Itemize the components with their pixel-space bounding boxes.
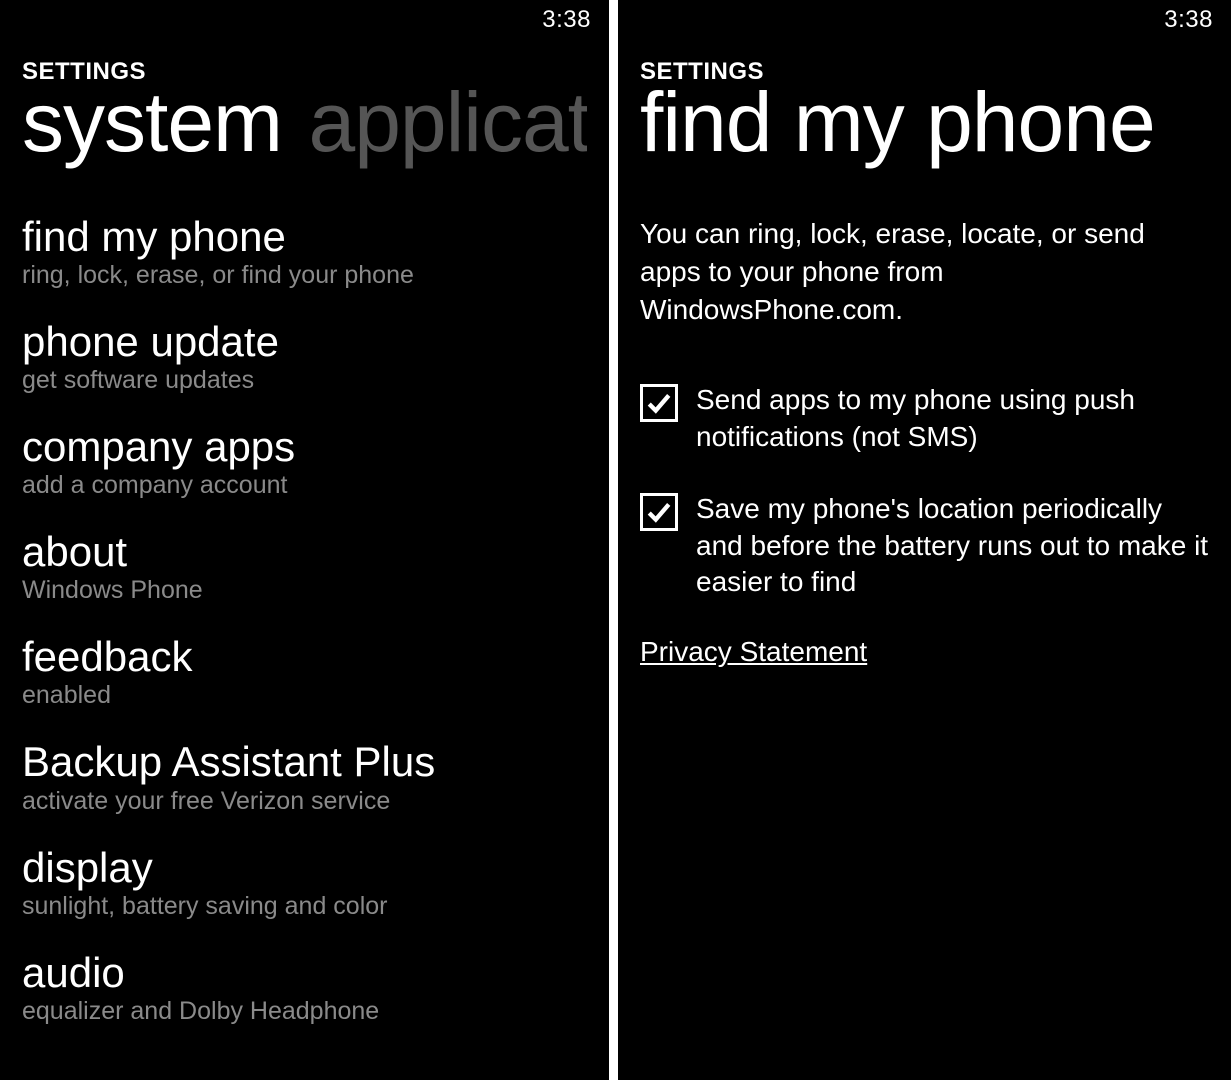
list-item-phone-update[interactable]: phone update get software updates: [22, 320, 587, 395]
list-item-about[interactable]: about Windows Phone: [22, 530, 587, 605]
checkbox-row-save-location[interactable]: Save my phone's location periodically an…: [618, 491, 1231, 600]
item-title: find my phone: [22, 215, 587, 259]
header: SETTINGS system applicat: [0, 40, 609, 171]
item-title: display: [22, 846, 587, 890]
list-item-company-apps[interactable]: company apps add a company account: [22, 425, 587, 500]
item-subtitle: get software updates: [22, 366, 587, 395]
item-title: Backup Assistant Plus: [22, 740, 587, 784]
item-subtitle: add a company account: [22, 471, 587, 500]
checkbox-label: Save my phone's location periodically an…: [696, 491, 1209, 600]
screen-settings-system: 3:38 SETTINGS system applicat find my ph…: [0, 0, 609, 1080]
item-subtitle: enabled: [22, 681, 587, 710]
checkbox[interactable]: [640, 384, 678, 422]
status-clock: 3:38: [1164, 6, 1213, 34]
item-subtitle: activate your free Verizon service: [22, 787, 587, 816]
list-item-display[interactable]: display sunlight, battery saving and col…: [22, 846, 587, 921]
item-title: about: [22, 530, 587, 574]
pivot-tab-system[interactable]: system: [22, 74, 282, 171]
item-title: audio: [22, 951, 587, 995]
checkmark-icon: [646, 390, 672, 416]
item-title: phone update: [22, 320, 587, 364]
page-title: find my phone: [640, 74, 1209, 171]
link-text[interactable]: Privacy Statement: [640, 636, 867, 667]
checkbox-row-push-notifications[interactable]: Send apps to my phone using push notific…: [618, 382, 1231, 455]
item-subtitle: ring, lock, erase, or find your phone: [22, 261, 587, 290]
item-title: company apps: [22, 425, 587, 469]
item-subtitle: sunlight, battery saving and color: [22, 892, 587, 921]
item-subtitle: Windows Phone: [22, 576, 587, 605]
status-clock: 3:38: [542, 6, 591, 34]
status-bar: 3:38: [618, 0, 1231, 40]
privacy-statement-link[interactable]: Privacy Statement: [618, 636, 1231, 668]
screen-find-my-phone: 3:38 SETTINGS find my phone You can ring…: [618, 0, 1231, 1080]
checkbox-label: Send apps to my phone using push notific…: [696, 382, 1209, 455]
settings-list[interactable]: find my phone ring, lock, erase, or find…: [0, 215, 609, 1056]
list-item-backup-assistant-plus[interactable]: Backup Assistant Plus activate your free…: [22, 740, 587, 815]
checkbox[interactable]: [640, 493, 678, 531]
status-bar: 3:38: [0, 0, 609, 40]
list-item-find-my-phone[interactable]: find my phone ring, lock, erase, or find…: [22, 215, 587, 290]
pivot-tab-applications[interactable]: applicat: [308, 74, 587, 171]
item-title: feedback: [22, 635, 587, 679]
pivot-tabs[interactable]: system applicat: [22, 74, 587, 171]
checkmark-icon: [646, 499, 672, 525]
list-item-audio[interactable]: audio equalizer and Dolby Headphone: [22, 951, 587, 1026]
list-item-feedback[interactable]: feedback enabled: [22, 635, 587, 710]
header: SETTINGS find my phone: [618, 40, 1231, 171]
page-description: You can ring, lock, erase, locate, or se…: [618, 215, 1231, 328]
item-subtitle: equalizer and Dolby Headphone: [22, 997, 587, 1026]
